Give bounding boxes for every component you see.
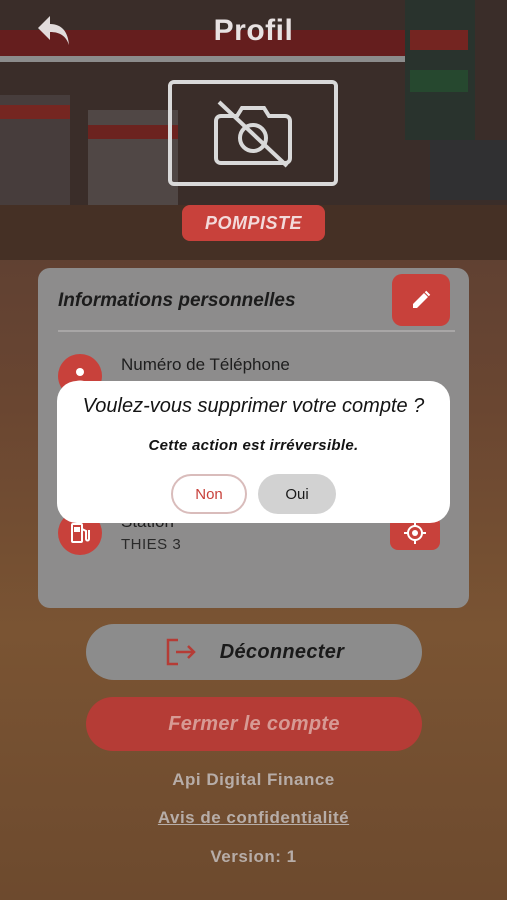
no-button[interactable]: Non bbox=[171, 474, 247, 514]
profile-photo[interactable] bbox=[168, 80, 338, 186]
pencil-icon bbox=[413, 290, 431, 308]
yes-button[interactable]: Oui bbox=[258, 474, 336, 514]
card-divider bbox=[58, 330, 455, 332]
fuel-pump-icon bbox=[71, 523, 90, 543]
logout-label: Déconnecter bbox=[219, 640, 345, 663]
privacy-link[interactable]: Avis de confidentialité bbox=[0, 808, 507, 828]
delete-account-dialog: Voulez-vous supprimer votre compte ? Cet… bbox=[57, 381, 450, 523]
close-account-button[interactable]: Fermer le compte bbox=[86, 697, 422, 751]
logout-icon bbox=[166, 638, 196, 666]
edit-button[interactable] bbox=[392, 274, 450, 326]
phone-label: Numéro de Téléphone bbox=[121, 355, 290, 374]
logout-button[interactable]: Déconnecter bbox=[86, 624, 422, 680]
dialog-message: Cette action est irréversible. bbox=[148, 437, 359, 454]
company-name: Api Digital Finance bbox=[172, 770, 335, 789]
locate-icon bbox=[404, 522, 426, 544]
card-title: Informations personnelles bbox=[58, 290, 296, 311]
version-text: Version: 1 bbox=[210, 847, 297, 866]
role-badge: POMPISTE bbox=[182, 205, 325, 241]
page-title: Profil bbox=[213, 14, 294, 47]
dialog-title: Voulez-vous supprimer votre compte ? bbox=[82, 395, 425, 417]
camera-off-icon bbox=[214, 100, 292, 168]
station-value: THIES 3 bbox=[121, 536, 182, 553]
